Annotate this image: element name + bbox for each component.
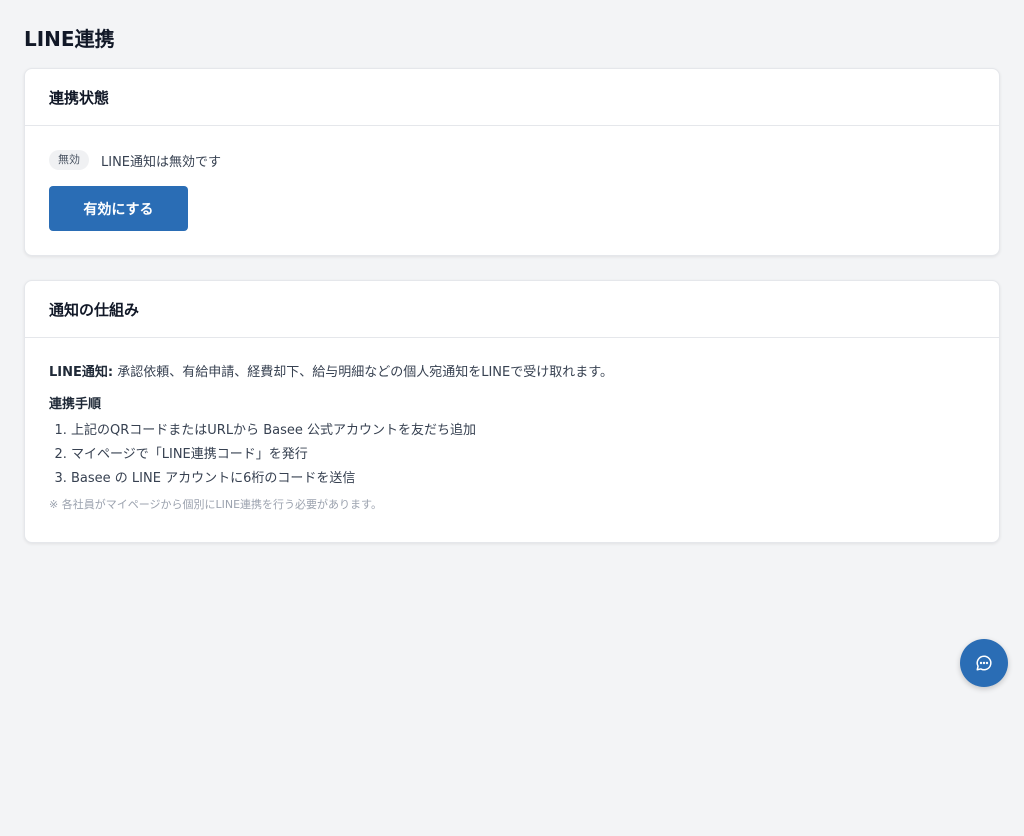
howto-card-header: 通知の仕組み: [25, 281, 999, 338]
status-text: LINE通知は無効です: [101, 154, 222, 170]
description-label: LINE通知:: [49, 365, 114, 380]
status-row: 無効 LINE通知は無効です: [49, 150, 975, 170]
step-item: Basee の LINE アカウントに6桁のコードを送信: [71, 467, 975, 491]
status-card: 連携状態 無効 LINE通知は無効です 有効にする: [24, 68, 1000, 256]
enable-button[interactable]: 有効にする: [49, 186, 188, 231]
page: LINE連携 連携状態 無効 LINE通知は無効です 有効にする 通知の仕組み …: [0, 0, 1024, 836]
status-card-body: 無効 LINE通知は無効です 有効にする: [25, 150, 999, 231]
description: LINE通知: 承認依頼、有給申請、経費却下、給与明細などの個人宛通知をLINE…: [49, 363, 975, 383]
status-card-title: 連携状態: [49, 88, 110, 107]
step-item: 上記のQRコードまたはURLから Basee 公式アカウントを友だち追加: [71, 419, 975, 443]
howto-card: 通知の仕組み LINE通知: 承認依頼、有給申請、経費却下、給与明細などの個人宛…: [24, 280, 1000, 543]
howto-card-body: LINE通知: 承認依頼、有給申請、経費却下、給与明細などの個人宛通知をLINE…: [25, 363, 999, 513]
status-card-header: 連携状態: [25, 69, 999, 126]
description-text: 承認依頼、有給申請、経費却下、給与明細などの個人宛通知をLINEで受け取れます。: [113, 365, 613, 380]
step-item: マイページで「LINE連携コード」を発行: [71, 443, 975, 467]
page-title: LINE連携: [24, 27, 115, 51]
status-badge: 無効: [49, 150, 89, 170]
note: ※ 各社員がマイページから個別にLINE連携を行う必要があります。: [49, 498, 382, 511]
howto-card-title: 通知の仕組み: [49, 300, 140, 319]
chat-button[interactable]: [960, 639, 1008, 687]
steps-title: 連携手順: [49, 397, 102, 412]
steps-list: 上記のQRコードまたはURLから Basee 公式アカウントを友だち追加 マイペ…: [49, 419, 975, 491]
chat-bubble-icon: [976, 655, 992, 671]
